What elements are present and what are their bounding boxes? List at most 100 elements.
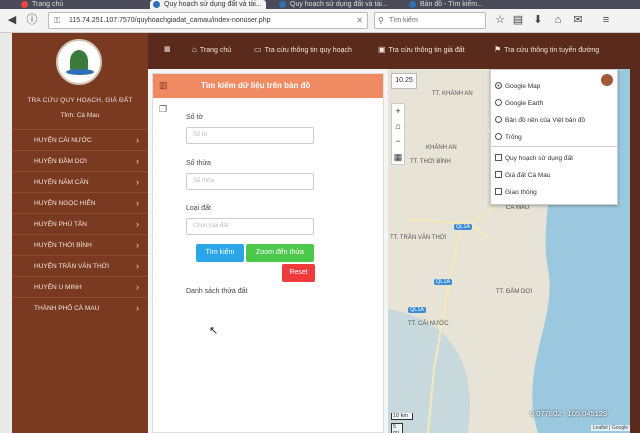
- reset-button[interactable]: Reset: [282, 264, 315, 282]
- download-arrow-icon: ⬇: [533, 14, 543, 26]
- page-right-edge: [630, 33, 640, 433]
- map-attribution[interactable]: Leaflet | Google: [590, 425, 630, 431]
- map-controls: + ⌂ − ▦: [391, 103, 405, 165]
- basemap-google-earth[interactable]: Google Earth: [495, 99, 543, 107]
- sidebar-item-phu-tan[interactable]: HUYỆN PHÚ TÂN ›: [12, 213, 148, 234]
- browser-tab[interactable]: Quy hoạch sử dụng đất và tài...: [276, 0, 396, 9]
- chevron-right-icon: ›: [136, 261, 139, 271]
- downloads-button[interactable]: ⬇: [530, 12, 546, 28]
- browser-search-input[interactable]: ⚲ Tìm kiếm: [374, 12, 486, 29]
- sidebar-item-tran-van-thoi[interactable]: HUYỆN TRẦN VĂN THỜI ›: [12, 255, 148, 276]
- land-type-select[interactable]: Chọn loại đất: [186, 218, 314, 235]
- home-icon: ⌂: [192, 45, 197, 54]
- menu-button[interactable]: ≡: [598, 12, 614, 28]
- chevron-right-icon: ›: [136, 156, 139, 166]
- radio-checked-icon: [495, 82, 502, 89]
- land-type-label: Loại đất: [186, 205, 211, 212]
- map-label-tt-thoi-binh: TT. THỚI BÌNH: [410, 159, 451, 165]
- layer-divider: [491, 146, 617, 147]
- avatar: [601, 74, 613, 86]
- chevron-right-icon: ›: [136, 219, 139, 229]
- mouse-cursor-icon: ↖: [209, 325, 219, 337]
- scale-bar-mi: 5 mi: [391, 423, 403, 433]
- search-panel: ▥ Tìm kiếm dữ liệu trên bản đồ ❐ Số tờ S…: [152, 73, 384, 433]
- tab-favicon-icon: [21, 1, 28, 8]
- road-shield-ql1a: QL1A: [434, 279, 453, 285]
- chat-icon: ✉: [573, 14, 583, 26]
- star-icon: ☆: [495, 14, 505, 26]
- lock-icon: ⚿: [54, 16, 61, 25]
- zoom-in-button[interactable]: +: [392, 104, 404, 118]
- basemap-blank[interactable]: Trống: [495, 133, 522, 141]
- zoom-level-display: 10.25: [391, 73, 417, 89]
- search-button[interactable]: Tìm kiếm: [196, 244, 244, 262]
- bookmark-star-button[interactable]: ☆: [492, 12, 508, 28]
- browser-tab[interactable]: Trang chủ: [18, 0, 138, 9]
- map-icon: ▥: [159, 80, 168, 90]
- tab-favicon-icon: [279, 1, 286, 8]
- checkbox-icon: [495, 154, 502, 161]
- measure-button[interactable]: ▦: [392, 150, 404, 164]
- sidebar-item-dam-doi[interactable]: HUYỆN ĐẦM DƠI ›: [12, 150, 148, 171]
- chevron-right-icon: ›: [136, 240, 139, 250]
- nav-land-price[interactable]: ▣ Tra cứu thông tin giá đất: [378, 45, 465, 54]
- browser-tab-active[interactable]: Quy hoạch sử dụng đất và tài...: [150, 0, 266, 9]
- signpost-icon: ⚑: [494, 45, 502, 54]
- checkbox-icon: [495, 171, 502, 178]
- back-button[interactable]: ◀: [4, 12, 20, 28]
- nav-home[interactable]: ⌂ Trang chủ: [192, 45, 231, 54]
- clipboard-icon: ▤: [512, 14, 524, 26]
- checkbox-icon: [495, 188, 502, 195]
- hamburger-icon: ≡: [602, 14, 610, 26]
- nav-menu-icon[interactable]: ▦: [164, 45, 171, 53]
- nav-road[interactable]: ⚑ Tra cứu thông tin tuyến đường: [494, 45, 599, 54]
- sidebar-item-u-minh[interactable]: HUYỆN U MINH ›: [12, 276, 148, 297]
- sheet-number-label: Số tờ: [186, 114, 204, 121]
- browser-navbar: ◀ ⓘ ⚿ 115.74.251.107:7570/quyhoachgiadat…: [0, 9, 640, 33]
- overlay-land-use-planning[interactable]: Quy hoạch sử dụng đất: [495, 154, 573, 162]
- basemap-google-map[interactable]: Google Map: [495, 82, 540, 90]
- chevron-right-icon: ›: [136, 198, 139, 208]
- parcel-number-input[interactable]: Số thửa: [186, 173, 314, 190]
- map-label-khanh-an: KHÁNH AN: [426, 145, 457, 151]
- layer-switcher: Google Map Google Earth Bản đồ nền của V…: [490, 69, 618, 205]
- library-button[interactable]: ▤: [510, 12, 526, 28]
- tab-favicon-icon: [153, 1, 160, 8]
- sidebar: TRA CỨU QUY HOẠCH, GIÁ ĐẤT Tỉnh: Cà Mau …: [12, 33, 148, 433]
- url-bar[interactable]: ⚿ 115.74.251.107:7570/quyhoachgiadat_cam…: [48, 12, 368, 29]
- plus-icon: +: [395, 106, 401, 116]
- sheet-number-input[interactable]: Số tờ: [186, 127, 314, 144]
- road-shield-ql1a: QL1A: [408, 307, 427, 313]
- panel-title: Tìm kiếm dữ liệu trên bản đồ: [201, 81, 311, 90]
- chevron-right-icon: ›: [136, 303, 139, 313]
- chevron-right-icon: ›: [136, 282, 139, 292]
- sidebar-item-thoi-binh[interactable]: HUYỆN THỚI BÌNH ›: [12, 234, 148, 255]
- browser-tabbar: Trang chủ Quy hoạch sử dụng đất và tài..…: [0, 0, 640, 9]
- overlay-land-price[interactable]: Giá đất Cà Mau: [495, 171, 551, 179]
- sidebar-item-ngoc-hien[interactable]: HUYỆN NGỌC HIỂN ›: [12, 192, 148, 213]
- sidebar-item-cai-nuoc[interactable]: HUYỆN CÁI NƯỚC ›: [12, 129, 148, 150]
- grid-icon: ▦: [393, 152, 403, 162]
- map-view[interactable]: TT. KHÁNH AN KHÁNH AN TT. THỚI BÌNH TT. …: [388, 69, 630, 433]
- layers-icon[interactable]: ❐: [159, 104, 167, 115]
- site-subtitle: Tỉnh: Cà Mau: [60, 112, 100, 119]
- site-title: TRA CỨU QUY HOẠCH, GIÁ ĐẤT: [27, 97, 133, 104]
- zoom-to-parcel-button[interactable]: Zoom đến thửa: [246, 244, 314, 262]
- info-button[interactable]: ⓘ: [24, 12, 40, 28]
- search-icon: ⚲: [378, 16, 384, 25]
- overlay-traffic[interactable]: Giao thông: [495, 188, 537, 196]
- nav-planning[interactable]: ▭ Tra cứu thông tin quy hoạch: [254, 45, 352, 54]
- home-button[interactable]: ⌂: [550, 12, 566, 28]
- chat-button[interactable]: ✉: [570, 12, 586, 28]
- sidebar-item-ca-mau[interactable]: THÀNH PHỐ CÀ MAU ›: [12, 297, 148, 318]
- map-label-tt-cai-nuoc: TT. CÁI NƯỚC: [408, 321, 449, 327]
- panel-header: ▥ Tìm kiếm dữ liệu trên bản đồ: [153, 74, 383, 98]
- clear-url-icon[interactable]: ✕: [356, 13, 363, 28]
- basemap-viet-ban-do[interactable]: Bản đồ nền của Việt bản đồ: [495, 116, 585, 124]
- browser-tab[interactable]: Bản đồ - Tìm kiếm...: [406, 0, 526, 9]
- radio-icon: [495, 133, 502, 140]
- sidebar-item-nam-can[interactable]: HUYỆN NĂM CĂN ›: [12, 171, 148, 192]
- back-arrow-icon: ◀: [7, 14, 17, 26]
- zoom-out-button[interactable]: −: [392, 134, 404, 148]
- home-extent-button[interactable]: ⌂: [392, 119, 404, 133]
